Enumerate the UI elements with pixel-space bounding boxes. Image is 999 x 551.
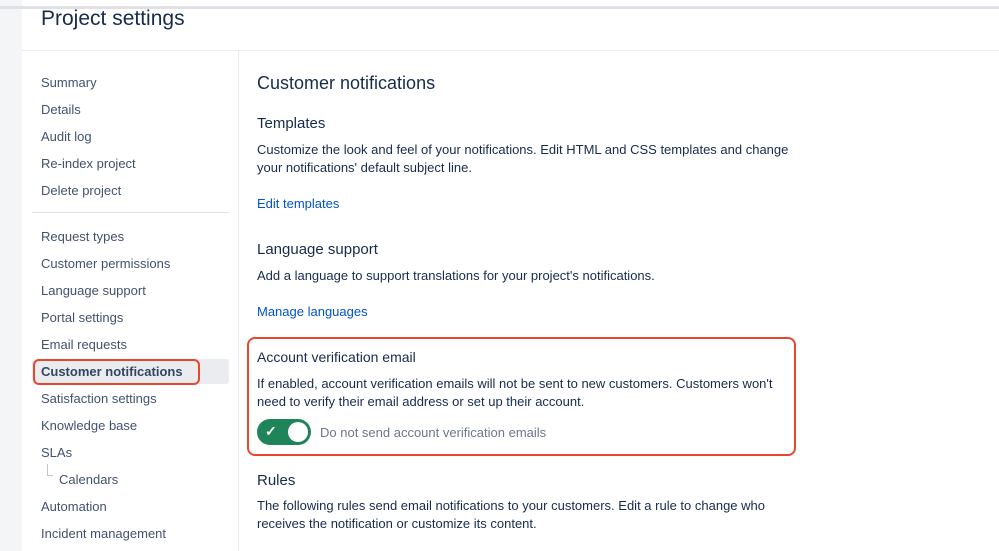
section-title: Customer notifications	[257, 73, 436, 93]
rules-heading: Rules	[257, 472, 296, 489]
sidebar-divider	[238, 51, 239, 551]
sidebar-item-language-support[interactable]: Language support	[41, 283, 146, 299]
verification-description: If enabled, account verification emails …	[257, 376, 773, 409]
templates-description: Customize the look and feel of your noti…	[257, 142, 789, 175]
left-strip	[0, 0, 22, 551]
tree-connector	[47, 464, 53, 476]
sidebar-item-satisfaction-settings[interactable]: Satisfaction settings	[41, 391, 157, 407]
sidebar-item-portal-settings[interactable]: Portal settings	[41, 310, 123, 326]
templates-heading: Templates	[257, 115, 326, 132]
manage-languages-link[interactable]: Manage languages	[257, 304, 368, 319]
verification-heading: Account verification email	[257, 349, 416, 365]
sidebar-item-automation[interactable]: Automation	[41, 499, 107, 515]
sidebar-item-knowledge-base[interactable]: Knowledge base	[41, 418, 137, 434]
check-icon: ✓	[265, 423, 277, 439]
rules-description: The following rules send email notificat…	[257, 498, 765, 531]
toggle-knob	[288, 422, 308, 442]
header-divider	[22, 50, 999, 51]
sidebar-item-audit-log[interactable]: Audit log	[41, 129, 92, 145]
sidebar-separator	[32, 212, 229, 213]
sidebar-item-request-types[interactable]: Request types	[41, 229, 124, 245]
toggle-label: Do not send account verification emails	[320, 425, 547, 440]
sidebar-item-reindex[interactable]: Re-index project	[41, 156, 136, 172]
sidebar-item-email-requests[interactable]: Email requests	[41, 337, 127, 353]
sidebar-item-details[interactable]: Details	[41, 102, 81, 118]
page-title: Project settings	[41, 7, 185, 30]
sidebar-item-calendars[interactable]: Calendars	[59, 472, 118, 488]
sidebar-item-delete[interactable]: Delete project	[41, 183, 121, 199]
sidebar-item-customer-permissions[interactable]: Customer permissions	[41, 256, 170, 272]
sidebar-item-slas[interactable]: SLAs	[41, 445, 72, 461]
sidebar-item-summary[interactable]: Summary	[41, 75, 97, 91]
edit-templates-link[interactable]: Edit templates	[257, 196, 339, 211]
sidebar-item-incident-management[interactable]: Incident management	[41, 526, 166, 542]
verification-toggle[interactable]: ✓	[257, 419, 311, 445]
language-description: Add a language to support translations f…	[257, 268, 655, 283]
language-heading: Language support	[257, 241, 378, 258]
sidebar-item-customer-notifications[interactable]: Customer notifications	[41, 364, 183, 380]
